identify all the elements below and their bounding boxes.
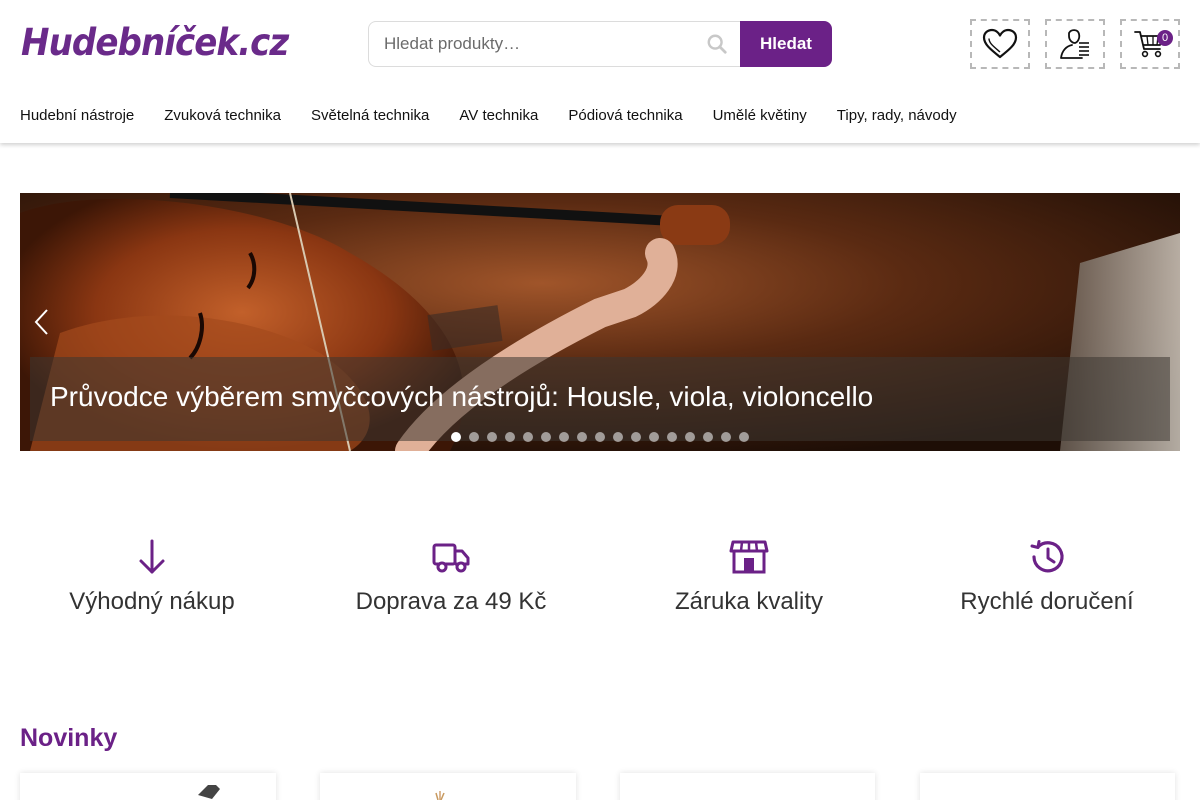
feature-label: Rychlé doručení bbox=[960, 588, 1134, 615]
wishlist-button[interactable] bbox=[970, 19, 1030, 69]
hero-caption-text[interactable]: Průvodce výběrem smyčcových nástrojů: Ho… bbox=[50, 381, 873, 413]
search-button[interactable]: Hledat bbox=[740, 21, 832, 67]
slider-dot[interactable] bbox=[721, 432, 731, 442]
search-icon bbox=[707, 34, 727, 54]
arrow-down-icon bbox=[139, 539, 165, 574]
slider-dot[interactable] bbox=[577, 432, 587, 442]
slider-dot[interactable] bbox=[685, 432, 695, 442]
product-card[interactable] bbox=[320, 773, 576, 800]
nav-item-umele-kvetiny[interactable]: Umělé květiny bbox=[713, 96, 807, 136]
truck-icon bbox=[432, 543, 470, 573]
nav-item-av-technika[interactable]: AV technika bbox=[459, 96, 538, 136]
product-image bbox=[198, 785, 220, 799]
site-logo[interactable]: Hudebníček.cz bbox=[21, 20, 289, 66]
hero-slider[interactable]: Průvodce výběrem smyčcových nástrojů: Ho… bbox=[20, 193, 1180, 451]
slider-dot[interactable] bbox=[559, 432, 569, 442]
search-form: Hledat bbox=[368, 21, 832, 67]
section-title-novinky: Novinky bbox=[20, 724, 118, 752]
cart-button[interactable]: 0 bbox=[1120, 19, 1180, 69]
feature-label: Výhodný nákup bbox=[69, 588, 235, 615]
heart-icon bbox=[982, 28, 1018, 59]
account-button[interactable] bbox=[1045, 19, 1105, 69]
history-icon bbox=[1030, 540, 1064, 573]
nav-item-tipy-rady-navody[interactable]: Tipy, rady, návody bbox=[837, 96, 957, 136]
slider-prev-arrow[interactable] bbox=[32, 307, 52, 337]
main-nav: Hudební nástroje Zvuková technika Světel… bbox=[20, 96, 987, 136]
slider-dot[interactable] bbox=[487, 432, 497, 442]
slider-dot[interactable] bbox=[469, 432, 479, 442]
slider-dot[interactable] bbox=[523, 432, 533, 442]
feature-label: Záruka kvality bbox=[674, 588, 824, 615]
product-card[interactable] bbox=[20, 773, 276, 800]
feature-doprava: Doprava za 49 Kč bbox=[301, 538, 601, 616]
product-card[interactable] bbox=[620, 773, 875, 800]
product-image bbox=[435, 791, 445, 800]
nav-item-svetelna-technika[interactable]: Světelná technika bbox=[311, 96, 429, 136]
hero-shadow bbox=[20, 451, 1180, 499]
cart-count-badge: 0 bbox=[1157, 30, 1173, 46]
feature-vyhodny-nakup: Výhodný nákup bbox=[2, 538, 302, 616]
slider-dot[interactable] bbox=[505, 432, 515, 442]
slider-dot[interactable] bbox=[595, 432, 605, 442]
slider-dot[interactable] bbox=[703, 432, 713, 442]
slider-dot[interactable] bbox=[613, 432, 623, 442]
feature-zaruka-kvality: Záruka kvality bbox=[599, 538, 899, 616]
hero-caption[interactable]: Průvodce výběrem smyčcových nástrojů: Ho… bbox=[30, 357, 1170, 441]
slider-dot[interactable] bbox=[739, 432, 749, 442]
product-card[interactable] bbox=[920, 773, 1175, 800]
slider-dot[interactable] bbox=[541, 432, 551, 442]
slider-dot[interactable] bbox=[649, 432, 659, 442]
nav-item-hudebni-nastroje[interactable]: Hudební nástroje bbox=[20, 96, 134, 136]
site-header: Hudebníček.cz Hledat produkty… Hledat 0 … bbox=[0, 0, 1200, 143]
nav-item-zvukova-technika[interactable]: Zvuková technika bbox=[164, 96, 281, 136]
slider-dot[interactable] bbox=[631, 432, 641, 442]
nav-item-podiova-technika[interactable]: Pódiová technika bbox=[568, 96, 682, 136]
slider-dot[interactable] bbox=[451, 432, 461, 442]
feature-label: Doprava za 49 Kč bbox=[355, 588, 547, 615]
features-row: Výhodný nákup Doprava za 49 Kč Záruka kv… bbox=[0, 538, 1200, 628]
feature-rychle-doruceni: Rychlé doručení bbox=[897, 538, 1197, 616]
slider-dot[interactable] bbox=[667, 432, 677, 442]
slider-dots bbox=[451, 432, 757, 442]
user-icon bbox=[1060, 29, 1089, 59]
store-icon bbox=[729, 540, 769, 574]
search-input[interactable] bbox=[368, 21, 742, 67]
